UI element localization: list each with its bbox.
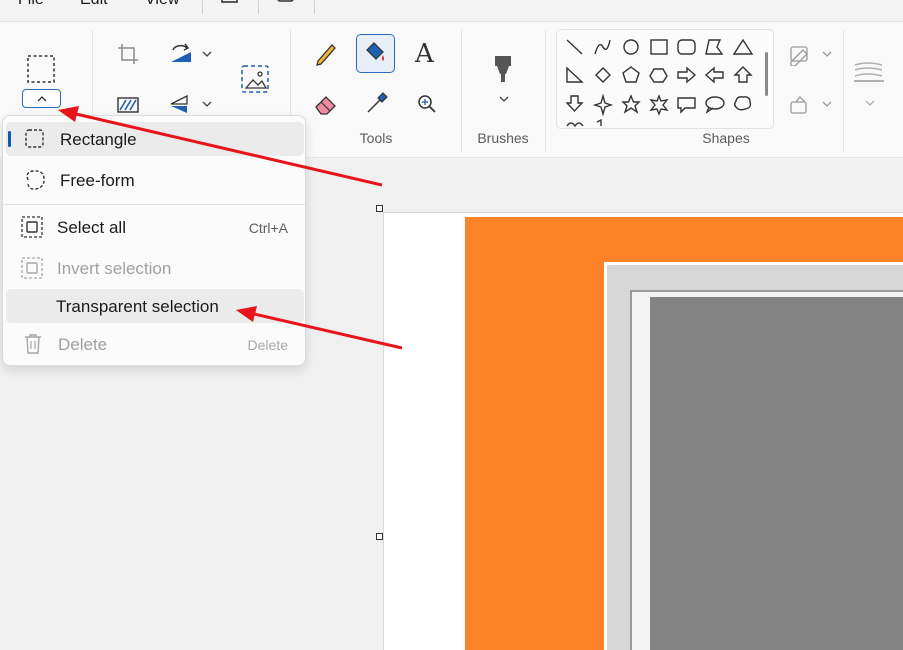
annotation-arrows: [58, 106, 403, 350]
annotation-arrowhead: [236, 306, 257, 322]
annotation-arrow-line: [253, 312, 403, 350]
annotation-arrowhead: [58, 106, 79, 122]
annotation-arrow-line: [75, 112, 383, 187]
